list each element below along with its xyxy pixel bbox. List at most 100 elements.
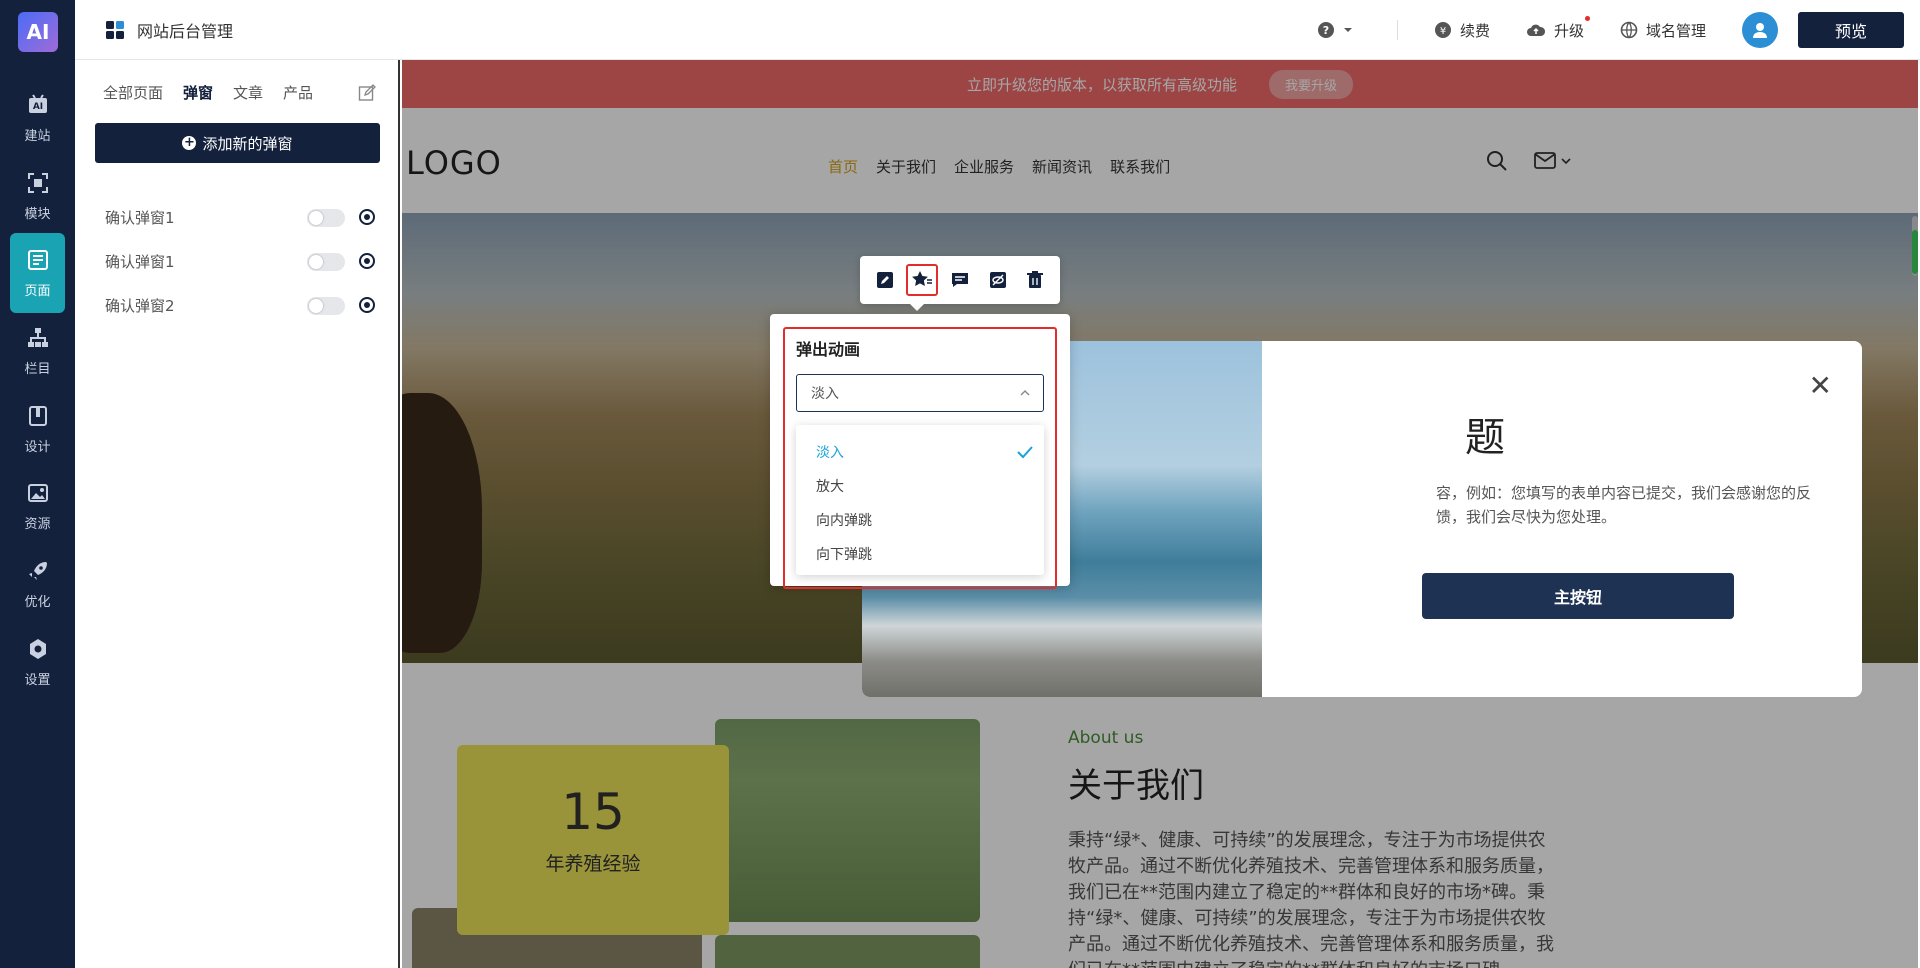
rail-item-build[interactable]: AI 建站 (0, 78, 75, 158)
design-icon (28, 405, 47, 426)
image-icon (27, 483, 48, 502)
option-label: 淡入 (816, 445, 844, 461)
svg-text:?: ? (1323, 24, 1329, 37)
hide-button[interactable] (982, 264, 1014, 296)
modal-title: 题 (1465, 415, 1505, 461)
hide-icon (989, 272, 1006, 288)
star-animation-icon (912, 271, 933, 286)
rail-label: 栏目 (24, 361, 51, 377)
ai-build-icon: AI (28, 93, 47, 113)
edit-icon (876, 272, 893, 288)
rail-item-design[interactable]: 设计 (0, 389, 75, 469)
rail-label: 资源 (24, 516, 51, 532)
rail-label: 建站 (24, 128, 51, 144)
help-menu[interactable]: ? (1317, 21, 1361, 39)
rail-label: 模块 (24, 206, 51, 222)
animation-select[interactable]: 淡入 (796, 374, 1044, 412)
edit-square-icon[interactable] (358, 84, 376, 102)
comment-icon (951, 273, 968, 287)
animation-label: 弹出动画 (796, 340, 861, 359)
add-popup-button[interactable]: + 添加新的弹窗 (95, 123, 380, 163)
comment-button[interactable] (944, 264, 976, 296)
module-icon (27, 172, 48, 193)
target-icon[interactable] (359, 297, 375, 313)
app-root: AI AI 建站 模块 页面 栏目 设计 资源 优化 设置 网站后台管理 ? ¥… (0, 0, 1920, 968)
top-actions: ? ¥ 续费 升级 域名管理 预览 (1317, 0, 1920, 60)
close-icon[interactable]: ✕ (1809, 369, 1832, 402)
check-icon (1017, 446, 1033, 459)
tab-articles[interactable]: 文章 (233, 82, 263, 103)
animation-select-value: 淡入 (811, 386, 839, 402)
domain-link[interactable]: 域名管理 (1620, 20, 1706, 41)
page-canvas: 立即升级您的版本，以获取所有高级功能 我要升级 LOGO 首页 关于我们 企业服… (402, 60, 1918, 968)
divider (1396, 20, 1398, 40)
delete-button[interactable] (1019, 264, 1051, 296)
modal-text: 容，例如：您填写的表单内容已提交，我们会感谢您的反馈，我们会尽快为您处理。 (1436, 484, 1812, 526)
cloud-upload-icon (1526, 24, 1545, 36)
popup-item-label: 确认弹窗1 (105, 208, 175, 227)
rail-label: 优化 (24, 594, 51, 610)
app-title-text: 网站后台管理 (137, 22, 234, 41)
left-rail: AI AI 建站 模块 页面 栏目 设计 资源 优化 设置 (0, 0, 75, 968)
renew-label: 续费 (1459, 21, 1490, 40)
option-label: 放大 (816, 479, 844, 495)
rail-label: 设计 (24, 439, 51, 455)
rail-item-module[interactable]: 模块 (0, 156, 75, 236)
rail-item-settings[interactable]: 设置 (0, 622, 75, 702)
yen-icon: ¥ (1434, 22, 1451, 38)
gear-icon (29, 638, 46, 659)
rail-item-optimize[interactable]: 优化 (0, 544, 75, 624)
popup-list-item[interactable]: 确认弹窗1 (105, 246, 375, 276)
panel-tabs: 全部页面 弹窗 文章 产品 (103, 82, 333, 103)
sitemap-icon (27, 327, 48, 347)
option-label: 向下弹跳 (816, 547, 872, 563)
animation-button[interactable] (906, 264, 939, 296)
page-icon (27, 249, 48, 270)
caret-down-icon (1343, 28, 1352, 32)
notification-dot (1584, 15, 1590, 21)
rail-label: 设置 (24, 672, 51, 688)
popup-toggle[interactable] (307, 253, 345, 271)
app-title: 网站后台管理 (105, 18, 233, 42)
primary-button[interactable]: 主按钮 (1422, 573, 1734, 619)
animation-option-zoom[interactable]: 放大 (796, 469, 1044, 503)
target-icon[interactable] (359, 253, 375, 269)
tab-products[interactable]: 产品 (283, 82, 313, 103)
popup-toggle[interactable] (307, 209, 345, 227)
popup-toggle[interactable] (307, 297, 345, 315)
edit-button[interactable] (869, 264, 901, 296)
rail-item-page[interactable]: 页面 (10, 233, 65, 313)
upgrade-link[interactable]: 升级 (1526, 15, 1590, 41)
tab-all-pages[interactable]: 全部页面 (103, 82, 163, 103)
popup-list-item[interactable]: 确认弹窗2 (105, 290, 375, 320)
app-logo[interactable]: AI (18, 12, 58, 52)
chevron-up-icon (1020, 390, 1030, 396)
top-bar: 网站后台管理 ? ¥ 续费 升级 域名管理 预览 (75, 0, 1920, 60)
tab-popups[interactable]: 弹窗 (183, 82, 213, 103)
domain-label: 域名管理 (1645, 21, 1706, 40)
upgrade-label: 升级 (1553, 21, 1584, 40)
animation-option-bounce-down[interactable]: 向下弹跳 (796, 537, 1044, 571)
target-icon[interactable] (359, 209, 375, 225)
svg-text:¥: ¥ (1440, 26, 1446, 37)
dashboard-grid-icon (106, 21, 124, 39)
rail-item-column[interactable]: 栏目 (0, 311, 75, 391)
popup-item-label: 确认弹窗1 (105, 252, 175, 271)
rail-item-resource[interactable]: 资源 (0, 466, 75, 546)
option-label: 向内弹跳 (816, 513, 872, 529)
animation-option-bounce-in[interactable]: 向内弹跳 (796, 503, 1044, 537)
plus-circle-icon: + (182, 135, 197, 150)
popup-list-item[interactable]: 确认弹窗1 (105, 202, 375, 232)
animation-option-fade-in[interactable]: 淡入 (796, 435, 1044, 469)
help-icon: ? (1317, 22, 1334, 38)
add-popup-label: 添加新的弹窗 (202, 134, 293, 153)
preview-button[interactable]: 预览 (1798, 12, 1904, 48)
svg-text:AI: AI (32, 102, 42, 112)
avatar[interactable] (1742, 12, 1778, 48)
user-icon (1753, 23, 1767, 38)
element-toolbar (860, 256, 1060, 311)
globe-icon (1620, 21, 1638, 39)
popup-item-label: 确认弹窗2 (105, 296, 175, 315)
renew-link[interactable]: ¥ 续费 (1434, 20, 1490, 41)
trash-icon (1027, 271, 1044, 288)
